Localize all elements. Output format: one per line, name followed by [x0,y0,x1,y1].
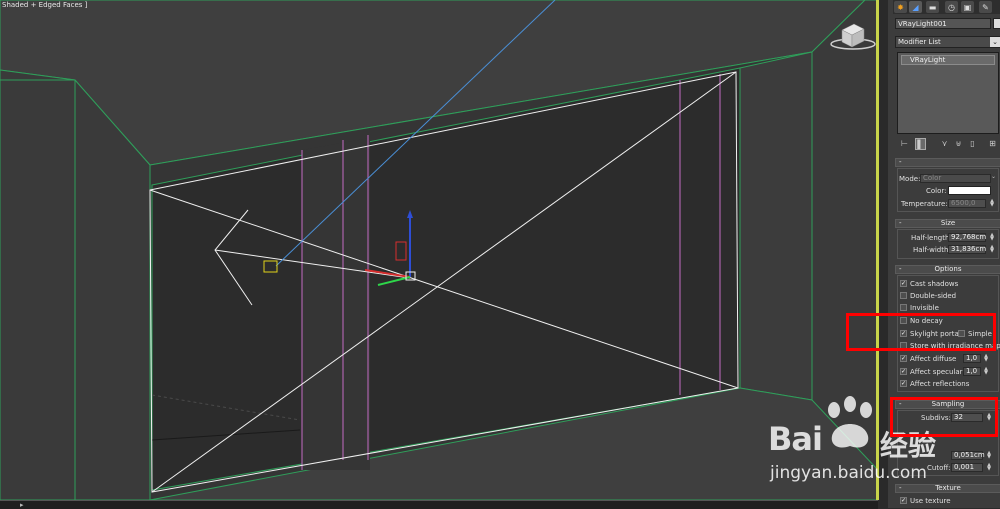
mode-label: Mode: [899,175,921,183]
cast-shadows-label: Cast shadows [910,280,959,288]
tab-create-icon[interactable]: ✸ [894,1,907,13]
temperature-label: Temperature: [901,200,948,208]
half-width-label: Half-width: [913,246,951,254]
shadow-bias-field[interactable]: 0,051cm [951,451,985,460]
use-texture-label: Use texture [910,497,951,505]
affect-specular-label: Affect specular [910,368,963,376]
rollout-header-parameters[interactable]: - [895,158,1000,167]
mode-select[interactable]: Color [920,174,991,183]
pin-stack-icon[interactable]: ⊢ [899,138,910,150]
modifier-list-label: Modifier List [898,38,941,46]
shadow-bias-spinner[interactable]: ▲ ▼ [986,451,992,460]
tab-hierarchy-icon[interactable]: ▬ [926,1,939,13]
viewcube-icon[interactable] [828,20,878,54]
double-sided-checkbox[interactable] [900,292,907,299]
remove-modifier-icon[interactable]: ⊎ [953,138,964,150]
make-unique-icon[interactable]: ⋎ [939,138,950,150]
chevron-down-icon[interactable]: ⌄ [990,37,1000,47]
invisible-label: Invisible [910,304,939,312]
command-tabs: ✸ ◢ ▬ ◷ ▣ ✎ [893,0,1000,14]
watermark-url: jingyan.baidu.com [770,463,927,483]
cast-shadows-checkbox[interactable]: ✓ [900,280,907,287]
half-width-field[interactable]: 31,836cm [948,245,986,254]
half-length-spinner[interactable]: ▲ ▼ [989,233,995,242]
cutoff-label: Cutoff: [927,464,951,472]
show-end-result-icon[interactable]: ▌ [915,138,926,150]
affect-diffuse-spinner[interactable]: ▲ ▼ [983,354,989,363]
stack-toolbar: ⊢ ▌ ⋎ ⊎ ▯ ⊞ [895,138,1000,152]
right-jamb [739,51,813,401]
stack-item-vraylight[interactable]: VRayLight [901,55,995,65]
configure-modifier-icon[interactable]: ⊞ [987,138,998,150]
temperature-field[interactable]: 6500,0 [948,199,986,208]
rollout-header-texture[interactable]: - Texture [895,484,1000,493]
use-texture-checkbox[interactable]: ✓ [900,497,907,504]
cutoff-spinner[interactable]: ▲ ▼ [986,463,992,472]
cutoff-field[interactable]: 0,001 [951,463,983,472]
tab-utilities-icon[interactable]: ✎ [979,1,992,13]
interior-panel-a [302,138,370,470]
rollout-header-options[interactable]: - Options [895,265,1000,274]
options-title: Options [934,265,962,273]
mode-select-caret-icon[interactable]: ⌄ [991,173,996,180]
object-color-swatch[interactable] [993,18,1000,29]
viewport-label[interactable]: Shaded + Edged Faces ] [2,1,87,9]
rollout-header-size[interactable]: - Size [895,219,1000,228]
tab-modify-icon[interactable]: ◢ [909,1,922,13]
size-title: Size [940,219,956,227]
viewport-perspective[interactable]: Shaded + Edged Faces ] [0,0,878,500]
affect-diffuse-label: Affect diffuse [910,355,957,363]
invisible-checkbox[interactable] [900,304,907,311]
configure-sets-icon[interactable]: ▯ [967,138,978,150]
highlight-skylight-portal [846,313,996,351]
double-sided-label: Double-sided [910,292,957,300]
object-name-field[interactable]: VRayLight001 [895,18,991,29]
half-length-field[interactable]: 92,768cm [948,233,986,242]
highlight-subdivs [890,397,998,437]
left-wall-inner [0,79,76,500]
half-width-spinner[interactable]: ▲ ▼ [989,245,995,254]
half-length-label: Half-length: [911,234,952,242]
affect-diffuse-checkbox[interactable]: ✓ [900,355,907,362]
baidu-paw-logo-icon [828,396,872,448]
modifier-stack[interactable]: VRayLight [897,52,999,134]
tab-display-icon[interactable]: ▣ [961,1,974,13]
affect-diffuse-field[interactable]: 1,0 [963,354,981,363]
affect-specular-spinner[interactable]: ▲ ▼ [983,367,989,376]
watermark-brand: Bai [768,420,823,458]
affect-specular-checkbox[interactable]: ✓ [900,368,907,375]
scene-geometry[interactable] [0,0,878,500]
affect-reflections-label: Affect reflections [910,380,970,388]
affect-specular-field[interactable]: 1,0 [963,367,981,376]
texture-title: Texture [935,484,961,492]
color-label: Color: [926,187,947,195]
light-color-swatch[interactable] [948,186,991,195]
modifier-list-dropdown[interactable]: Modifier List ⌄ [895,36,1000,48]
tab-motion-icon[interactable]: ◷ [945,1,958,13]
temperature-spinner[interactable]: ▲ ▼ [989,199,995,208]
affect-reflections-checkbox[interactable]: ✓ [900,380,907,387]
